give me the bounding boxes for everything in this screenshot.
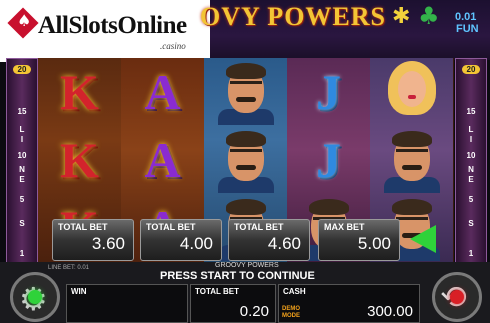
game-title: OVY POWERS: [200, 2, 386, 31]
lines-word-letter: N: [468, 165, 474, 174]
win-field: WIN: [66, 284, 188, 323]
symbol-a: A: [125, 60, 200, 124]
lines-word-letter: S: [468, 219, 474, 228]
woman-portrait-icon: [382, 61, 442, 123]
clover-icon: ♣: [418, 2, 440, 30]
demo-mode-badge: DEMO MODE: [282, 306, 300, 320]
total-bet-value: 0.20: [239, 303, 269, 320]
lines-word-letter: L: [468, 125, 474, 134]
symbol-letter: A: [144, 132, 181, 188]
symbol-letter: K: [60, 64, 99, 120]
bet-button-2[interactable]: TOTAL BET 4.00: [140, 219, 222, 261]
game-screen: ♠ AllSlotsOnline .casino OVY POWERS ✱ ♣ …: [0, 0, 490, 323]
man-portrait-icon: [382, 129, 442, 193]
symbol-letter: K: [60, 132, 99, 188]
status-prompt: PRESS START TO CONTINUE: [160, 270, 315, 282]
lines-label-1[interactable]: 1: [7, 249, 37, 258]
total-bet-field: TOTAL BET 0.20: [190, 284, 276, 323]
symbol-k: K: [42, 128, 117, 192]
autoplay-light: [450, 290, 464, 304]
play-arrow-icon[interactable]: [410, 225, 436, 253]
symbol-woman: [374, 60, 449, 124]
bet-label: TOTAL BET: [146, 222, 196, 232]
symbol-man: [208, 60, 283, 125]
star-icon: ✱: [392, 4, 411, 29]
bet-value: 5.00: [357, 234, 391, 253]
lines-word-letter: I: [469, 135, 473, 144]
man-portrait-icon: [216, 61, 276, 125]
fun-label: FUN: [456, 23, 479, 35]
bet-label: TOTAL BET: [234, 222, 284, 232]
start-light: [28, 290, 42, 304]
lines-word-letter: N: [19, 165, 25, 174]
symbol-man: [208, 128, 283, 193]
bet-value: 3.60: [91, 234, 125, 253]
spade-diamond-icon: ♠: [7, 7, 39, 39]
symbol-man: [374, 128, 449, 193]
brand-logo: ♠ AllSlotsOnline .casino: [0, 0, 210, 62]
game-name: GROOVY POWERS: [215, 262, 279, 269]
lines-word-letter: S: [19, 219, 25, 228]
lines-top-label[interactable]: 20: [462, 65, 480, 74]
lines-label-1[interactable]: 1: [456, 249, 486, 258]
fun-amount: 0.01: [455, 11, 477, 23]
lines-word-letter: I: [20, 135, 24, 144]
bet-label: TOTAL BET: [58, 222, 108, 232]
lines-word-letter: E: [468, 175, 474, 184]
bet-button-1[interactable]: TOTAL BET 3.60: [52, 219, 134, 261]
symbol-letter: A: [144, 64, 181, 120]
symbol-letter: J: [316, 64, 341, 120]
start-button[interactable]: ⚙: [10, 272, 60, 322]
bet-label: MAX BET: [324, 222, 365, 232]
bet-value: 4.60: [267, 234, 301, 253]
demo-line: DEMO: [282, 306, 300, 312]
max-bet-button[interactable]: MAX BET 5.00: [318, 219, 400, 261]
brand-sub: .casino: [160, 41, 186, 51]
lines-label-10[interactable]: 10: [456, 151, 486, 160]
symbol-j: J: [291, 128, 366, 192]
brand-name: AllSlotsOnline: [38, 12, 187, 39]
total-bet-label: TOTAL BET: [195, 287, 239, 296]
demo-line: MODE: [282, 313, 300, 319]
symbol-k: K: [42, 60, 117, 124]
lines-top-label[interactable]: 20: [13, 65, 31, 74]
symbol-j: J: [291, 60, 366, 124]
lines-label-5[interactable]: 5: [456, 195, 486, 204]
win-label: WIN: [71, 287, 87, 296]
bet-value: 4.00: [179, 234, 213, 253]
lines-label-15[interactable]: 15: [7, 107, 37, 116]
lines-label-10[interactable]: 10: [7, 151, 37, 160]
lines-word-letter: L: [19, 125, 25, 134]
bet-button-3[interactable]: TOTAL BET 4.60: [228, 219, 310, 261]
autoplay-button[interactable]: ⟲: [432, 272, 482, 322]
lines-label-15[interactable]: 15: [456, 107, 486, 116]
lines-panel-left[interactable]: 20 15 10 5 1 L I N E S: [6, 58, 38, 265]
symbol-a: A: [125, 128, 200, 192]
cash-label: CASH: [283, 287, 306, 296]
man-portrait-icon: [216, 129, 276, 193]
lines-word-letter: E: [19, 175, 25, 184]
lines-panel-right[interactable]: 20 15 10 5 1 L I N E S: [455, 58, 487, 265]
line-bet-text: LINE BET: 0.01: [48, 265, 90, 271]
lines-label-5[interactable]: 5: [7, 195, 37, 204]
symbol-letter: J: [316, 132, 341, 188]
cash-value: 300.00: [367, 303, 413, 320]
